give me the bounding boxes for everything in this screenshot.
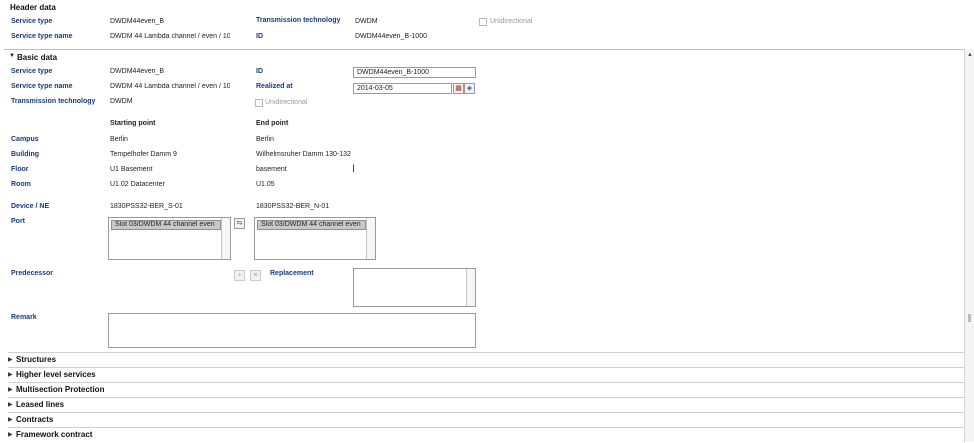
header-unidirectional-label: Unidirectional — [490, 18, 533, 25]
port-start-scrollbar[interactable] — [221, 218, 230, 259]
section-structures[interactable]: ▶ Structures — [8, 352, 964, 367]
building-label: Building — [11, 151, 39, 158]
realized-date-input[interactable]: 2014-03-05 — [353, 83, 452, 94]
basic-data-title[interactable]: Basic data — [17, 53, 57, 62]
basic-service-type-value: DWDM44even_B — [110, 68, 165, 75]
header-service-type-value: DWDM44even_B — [110, 18, 165, 25]
replacement-listbox[interactable] — [353, 268, 476, 307]
collapse-triangle-icon[interactable]: ▼ — [9, 53, 15, 59]
remove-icon[interactable]: × — [250, 270, 261, 281]
replacement-label: Replacement — [270, 270, 314, 277]
port-end-scrollbar[interactable] — [366, 218, 375, 259]
floor-end: basement — [256, 166, 287, 173]
building-end: Wilhelmsruher Damm 130-132 — [256, 151, 351, 158]
port-start-listbox[interactable]: Slot 03/DWDM 44 channel even (D' — [108, 217, 231, 260]
expand-triangle-icon: ▶ — [8, 372, 13, 378]
building-start: Tempelhofer Damm 9 — [110, 151, 177, 158]
section-multisection-protection[interactable]: ▶ Multisection Protection — [8, 382, 964, 397]
expand-triangle-icon: ▶ — [8, 402, 13, 408]
section-label: Higher level services — [16, 370, 96, 379]
header-id-value: DWDM44even_B-1000 — [355, 33, 427, 40]
expand-triangle-icon: ▶ — [8, 417, 13, 423]
header-id-label: ID — [256, 33, 263, 40]
section-leased-lines[interactable]: ▶ Leased lines — [8, 397, 964, 412]
floor-start: U1 Basement — [110, 166, 153, 173]
replacement-scrollbar[interactable] — [466, 269, 475, 306]
room-end: U1.05 — [256, 181, 275, 188]
section-label: Leased lines — [16, 400, 65, 409]
port-end-listbox[interactable]: Slot 03/DWDM 44 channel even (D' — [254, 217, 376, 260]
header-transmission-label: Transmission technology — [256, 17, 341, 24]
header-service-type-name-value: DWDM 44 Lambda channel / even / 100 — [110, 33, 230, 40]
remark-label: Remark — [11, 314, 37, 321]
expand-triangle-icon: ▶ — [8, 357, 13, 363]
header-service-type-name-label: Service type name — [11, 33, 73, 40]
basic-unidirectional-label: Unidirectional — [265, 99, 308, 106]
predecessor-label: Predecessor — [11, 270, 54, 277]
scroll-up-icon[interactable]: ▲ — [967, 52, 973, 58]
calendar-icon[interactable]: ▦ — [453, 83, 464, 94]
port-end-item[interactable]: Slot 03/DWDM 44 channel even (D' — [257, 220, 366, 230]
header-unidirectional-checkbox[interactable] — [479, 18, 487, 26]
header-service-type-label: Service type — [11, 18, 53, 25]
room-start: U1.02 Datacenter — [110, 181, 165, 188]
starting-point-heading: Starting point — [110, 120, 156, 127]
basic-transmission-value: DWDM — [110, 98, 133, 105]
section-label: Multisection Protection — [16, 385, 105, 394]
campus-end: Berlin — [256, 136, 274, 143]
section-contracts[interactable]: ▶ Contracts — [8, 412, 964, 427]
basic-unidirectional-checkbox[interactable] — [255, 99, 263, 107]
add-icon[interactable]: + — [234, 270, 245, 281]
device-end: 1830PSS32-BER_N-01 — [256, 203, 330, 210]
scrollbar-thumb[interactable] — [968, 314, 971, 322]
basic-id-label: ID — [256, 68, 263, 75]
basic-service-type-name-value: DWDM 44 Lambda channel / even / 100 — [110, 83, 230, 90]
section-label: Framework contract — [16, 430, 93, 439]
picker-icon[interactable]: ◈ — [464, 83, 475, 94]
basic-transmission-label: Transmission technology — [11, 98, 96, 105]
device-label: Device / NE — [11, 203, 50, 210]
header-transmission-value: DWDM — [355, 18, 378, 25]
port-start-item[interactable]: Slot 03/DWDM 44 channel even (D' — [111, 220, 221, 230]
remark-textarea[interactable] — [108, 313, 476, 348]
room-label: Room — [11, 181, 31, 188]
section-label: Contracts — [16, 415, 54, 424]
link-icon[interactable]: ⇆ — [234, 218, 245, 229]
port-label: Port — [11, 218, 25, 225]
expand-triangle-icon: ▶ — [8, 387, 13, 393]
basic-realized-label: Realized at — [256, 83, 293, 90]
basic-service-type-label: Service type — [11, 68, 53, 75]
panel-scrollbar[interactable]: ▲ — [964, 49, 974, 442]
header-data-title: Header data — [10, 3, 56, 12]
campus-label: Campus — [11, 136, 39, 143]
device-start: 1830PSS32-BER_S-01 — [110, 203, 183, 210]
campus-start: Berlin — [110, 136, 128, 143]
section-framework-contract[interactable]: ▶ Framework contract — [8, 427, 964, 442]
expand-triangle-icon: ▶ — [8, 432, 13, 438]
text-cursor-icon: I — [352, 163, 356, 175]
floor-label: Floor — [11, 166, 29, 173]
end-point-heading: End point — [256, 120, 289, 127]
basic-id-input[interactable]: DWDM44even_B-1000 — [353, 67, 476, 78]
basic-service-type-name-label: Service type name — [11, 83, 73, 90]
section-higher-level-services[interactable]: ▶ Higher level services — [8, 367, 964, 382]
section-label: Structures — [16, 355, 57, 364]
